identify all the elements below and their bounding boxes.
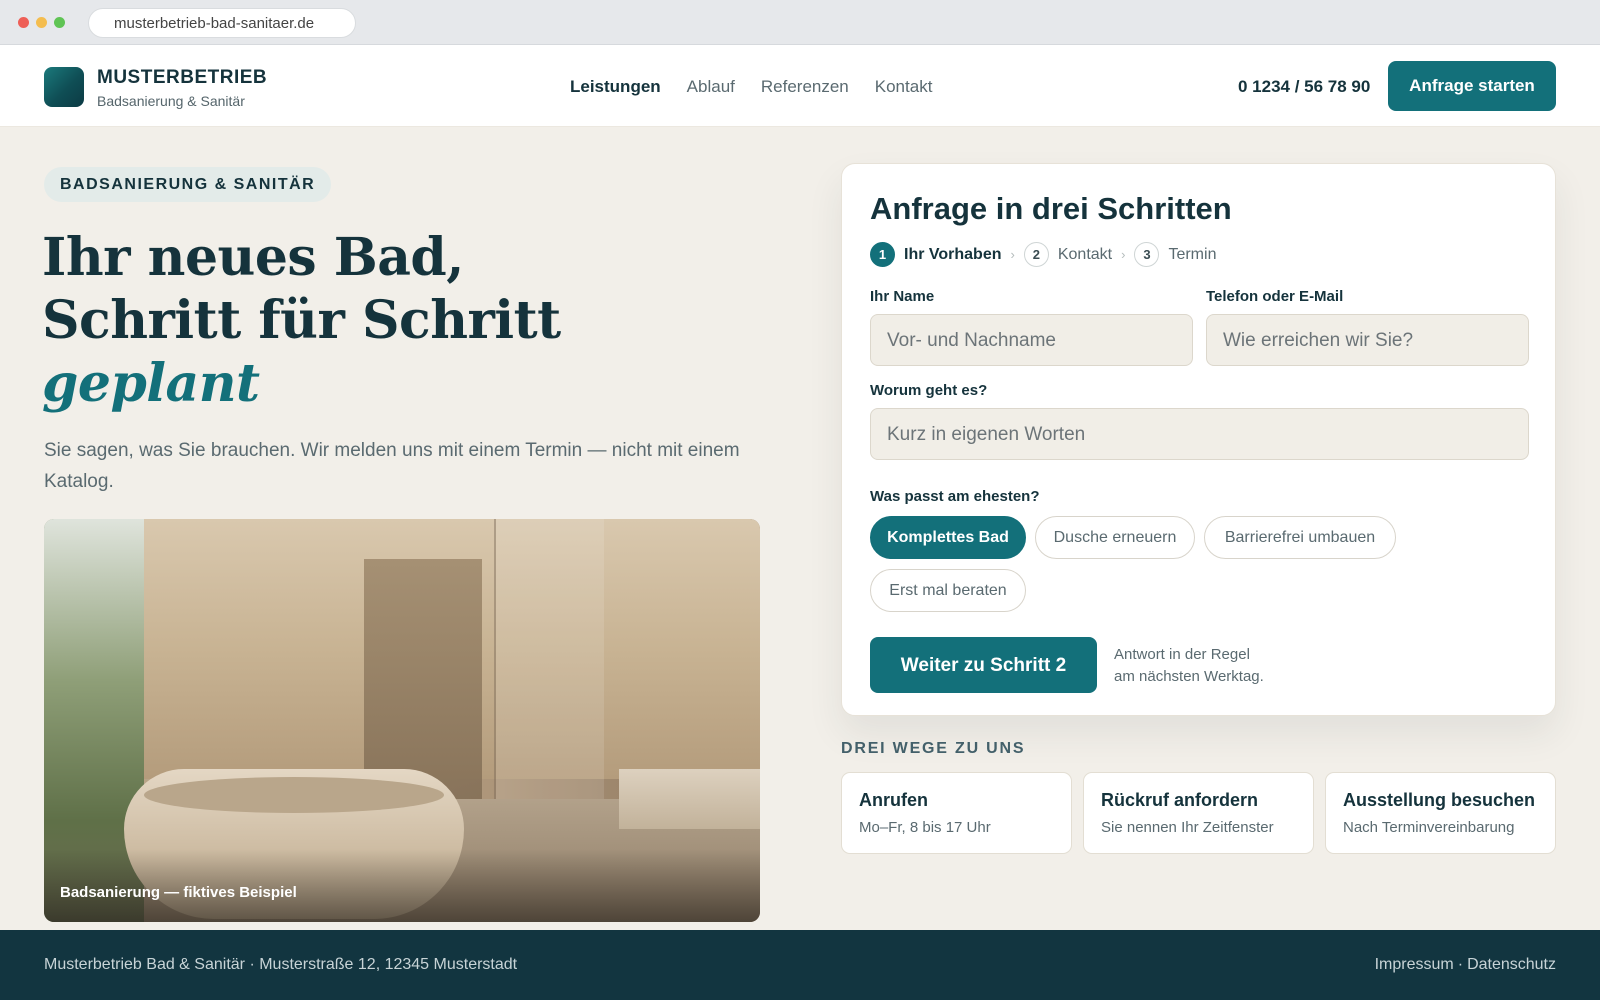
phone-link[interactable]: 0 1234 / 56 78 90 [1238,77,1370,97]
brand-name[interactable]: MUSTERBETRIEB [97,67,267,89]
way-subtitle: Mo–Fr, 8 bis 17 Uhr [859,819,991,836]
way-subtitle: Sie nennen Ihr Zeitfenster [1101,819,1274,836]
way-card-callback[interactable]: Rückruf anfordern Sie nennen Ihr Zeitfen… [1083,772,1314,854]
nav-leistungen[interactable]: Leistungen [570,77,661,97]
step-indicator: 1 Ihr Vorhaben › 2 Kontakt › 3 Termin [870,242,1216,267]
contact-input[interactable]: Wie erreichen wir Sie? [1206,314,1529,366]
nav-ablauf[interactable]: Ablauf [687,77,735,97]
step-2-number: 2 [1023,242,1049,267]
footer-address: Musterbetrieb Bad & Sanitär · Musterstra… [44,956,518,973]
way-title: Ausstellung besuchen [1343,790,1536,810]
nav-referenzen[interactable]: Referenzen [761,77,849,97]
start-request-button[interactable]: Anfrage starten [1388,61,1556,111]
impressum-link[interactable]: Impressum [1375,956,1454,974]
option-komplettes-bad[interactable]: Komplettes Bad [870,516,1026,559]
site-footer: Musterbetrieb Bad & Sanitär · Musterstra… [0,930,1600,1000]
response-note-line-1: Antwort in der Regel [1114,646,1250,663]
request-form-card: Anfrage in drei Schritten 1 Ihr Vorhaben… [841,163,1556,716]
datenschutz-link[interactable]: Datenschutz [1467,956,1556,974]
response-note: Antwort in der Regel am nächsten Werktag… [1114,644,1314,688]
minimize-window-button[interactable] [36,17,47,28]
contact-label: Telefon oder E-Mail [1206,288,1344,305]
step-3: 3 Termin [1134,242,1216,267]
page-title: Ihr neues Bad, Schritt für Schritt gepla… [42,226,561,415]
step-2-label: Kontakt [1057,245,1113,263]
bathroom-photo: Badsanierung — fiktives Beispiel [44,519,760,922]
headline-accent: geplant [42,353,260,414]
step-1: 1 Ihr Vorhaben [870,242,1002,267]
topic-input[interactable]: Kurz in eigenen Worten [870,408,1529,460]
options-label: Was passt am ehesten? [870,488,1040,505]
nav-kontakt[interactable]: Kontakt [875,77,933,97]
name-input[interactable]: Vor- und Nachname [870,314,1193,366]
topic-label: Worum geht es? [870,382,988,399]
response-note-line-2: am nächsten Werktag. [1114,668,1264,685]
way-title: Anrufen [859,790,928,810]
maximize-window-button[interactable] [54,17,65,28]
category-badge: BADSANIERUNG & SANITÄR [44,167,332,202]
way-card-showroom[interactable]: Ausstellung besuchen Nach Terminvereinba… [1325,772,1556,854]
step-2: 2 Kontakt [1023,242,1113,267]
option-barrierefrei-umbauen[interactable]: Barrierefrei umbauen [1204,516,1396,559]
footer-links: Impressum · Datenschutz [1375,956,1556,974]
hero-lede: Sie sagen, was Sie brauchen. Wir melden … [44,440,740,492]
option-dusche-erneuern[interactable]: Dusche erneuern [1035,516,1195,559]
headline-line-1: Ihr neues Bad, [42,227,464,288]
step-1-label: Ihr Vorhaben [904,245,1002,263]
main-nav: Leistungen Ablauf Referenzen Kontakt [570,77,932,97]
chevron-right-icon: › [1121,247,1126,262]
step-3-number: 3 [1134,242,1160,267]
headline-line-2: Schritt für Schritt [42,290,561,351]
close-window-button[interactable] [18,17,29,28]
way-title: Rückruf anfordern [1101,790,1259,810]
logo-icon[interactable] [44,67,84,107]
step-1-number: 1 [870,242,895,267]
step-3-label: Termin [1168,245,1217,263]
next-step-button[interactable]: Weiter zu Schritt 2 [870,637,1097,693]
brand-subtitle: Badsanierung & Sanitär [97,93,245,109]
photo-caption: Badsanierung — fiktives Beispiel [60,884,297,901]
option-erst-mal-beraten[interactable]: Erst mal beraten [870,569,1026,612]
site-header: MUSTERBETRIEB Badsanierung & Sanitär Lei… [0,45,1600,127]
way-subtitle: Nach Terminvereinbarung [1343,819,1515,836]
way-card-call[interactable]: Anrufen Mo–Fr, 8 bis 17 Uhr [841,772,1072,854]
chevron-right-icon: › [1010,247,1015,262]
address-bar[interactable]: musterbetrieb-bad-sanitaer.de [88,8,356,38]
browser-chrome: musterbetrieb-bad-sanitaer.de [0,0,1600,45]
form-title: Anfrage in drei Schritten [870,191,1232,226]
name-label: Ihr Name [870,288,935,305]
contact-ways-heading: DREI WEGE ZU UNS [841,740,1026,757]
footer-separator: · [1457,956,1464,973]
